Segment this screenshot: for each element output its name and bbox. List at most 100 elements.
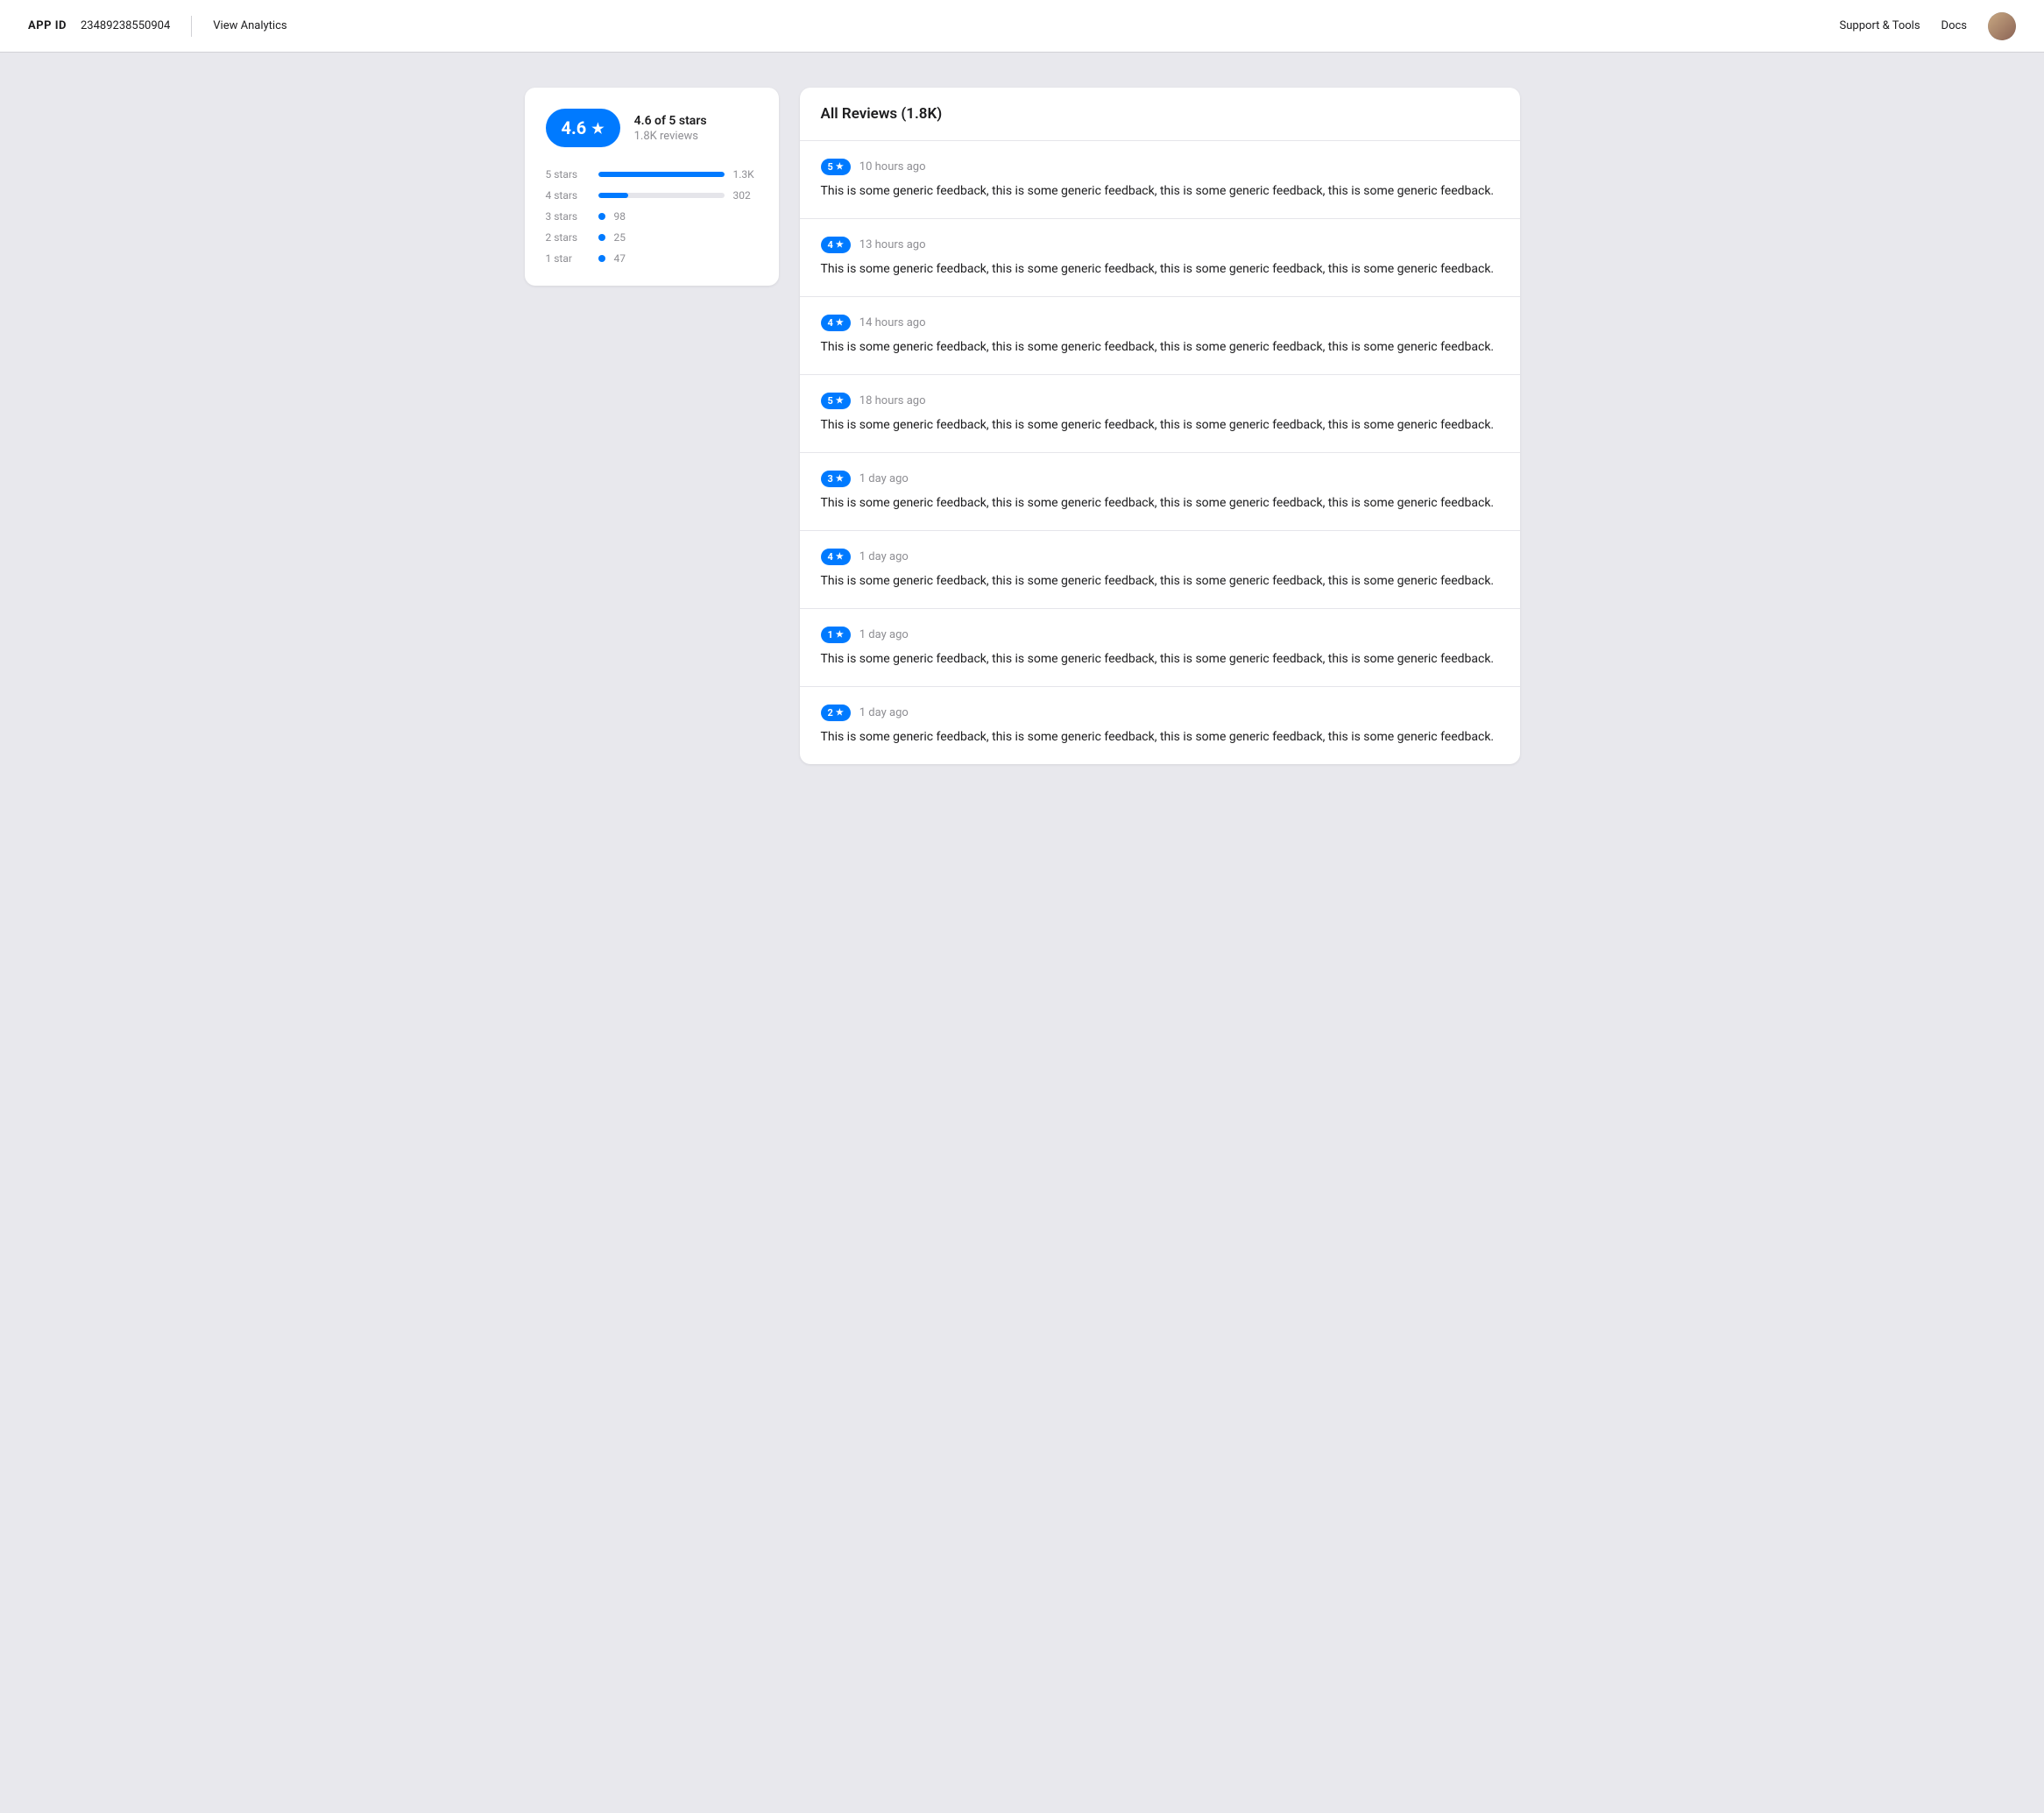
review-star-badge: 4★ — [821, 549, 851, 565]
review-star-badge: 1★ — [821, 627, 851, 643]
review-time: 10 hours ago — [859, 160, 926, 174]
avatar[interactable] — [1988, 12, 2016, 40]
docs-link[interactable]: Docs — [1941, 19, 1967, 32]
support-tools-link[interactable]: Support & Tools — [1840, 19, 1920, 32]
star-bar-count: 302 — [733, 189, 758, 202]
app-header: APP ID 23489238550904 View Analytics Sup… — [0, 0, 2044, 53]
star-bar-count: 1.3K — [733, 168, 758, 181]
star-bar-row: 5 stars 1.3K — [546, 168, 758, 181]
review-time: 1 day ago — [859, 550, 909, 563]
star-bar-label: 2 stars — [546, 231, 590, 244]
review-item: 2★ 1 day ago This is some generic feedback… — [800, 687, 1520, 764]
review-meta: 3★ 1 day ago — [821, 471, 1499, 487]
review-meta: 4★ 1 day ago — [821, 549, 1499, 565]
star-bar-count: 25 — [614, 231, 639, 244]
rating-count-text: 1.8K reviews — [634, 130, 707, 143]
review-item: 3★ 1 day ago This is some generic feedback… — [800, 453, 1520, 531]
review-badge-star-icon: ★ — [836, 474, 844, 484]
review-item: 5★ 10 hours ago This is some generic feedb… — [800, 141, 1520, 219]
review-badge-star-icon: ★ — [836, 162, 844, 172]
review-meta: 4★ 13 hours ago — [821, 237, 1499, 253]
star-bar-label: 3 stars — [546, 210, 590, 223]
review-time: 14 hours ago — [859, 316, 926, 329]
review-text: This is some generic feedback, this is s… — [821, 572, 1499, 591]
review-text: This is some generic feedback, this is s… — [821, 494, 1499, 513]
review-stars-value: 3 — [828, 473, 833, 485]
review-stars-value: 2 — [828, 707, 833, 719]
app-id-value: 23489238550904 — [81, 19, 170, 32]
star-bar-row: 1 star 47 — [546, 252, 758, 265]
review-text: This is some generic feedback, this is s… — [821, 260, 1499, 279]
review-text: This is some generic feedback, this is s… — [821, 182, 1499, 201]
review-item: 4★ 13 hours ago This is some generic feedb… — [800, 219, 1520, 297]
rating-badge: 4.6 ★ — [546, 109, 620, 147]
app-id-label: APP ID — [28, 19, 67, 32]
star-bar-label: 1 star — [546, 252, 590, 265]
star-bar-row: 2 stars 25 — [546, 231, 758, 244]
review-badge-star-icon: ★ — [836, 396, 844, 406]
review-star-badge: 3★ — [821, 471, 851, 487]
review-badge-star-icon: ★ — [836, 630, 844, 640]
reviews-list: 5★10 hours agoThis is some generic feedb… — [800, 141, 1520, 764]
star-bar-fill — [598, 193, 629, 198]
review-item: 5★ 18 hours ago This is some generic feedb… — [800, 375, 1520, 453]
star-dot-indicator — [598, 213, 605, 220]
rating-stars-text: 4.6 of 5 stars — [634, 114, 707, 128]
review-stars-value: 4 — [828, 551, 833, 563]
review-star-badge: 4★ — [821, 237, 851, 253]
review-meta: 5★ 18 hours ago — [821, 393, 1499, 409]
rating-top: 4.6 ★ 4.6 of 5 stars 1.8K reviews — [546, 109, 758, 147]
star-bar-count: 98 — [614, 210, 639, 223]
review-stars-value: 4 — [828, 239, 833, 251]
review-text: This is some generic feedback, this is s… — [821, 728, 1499, 747]
star-bars: 5 stars 1.3K 4 stars 302 3 stars 98 2 stars 25 1… — [546, 168, 758, 265]
star-bar-label: 5 stars — [546, 168, 590, 181]
star-bar-track — [598, 193, 725, 198]
review-time: 1 day ago — [859, 706, 909, 719]
review-item: 1★ 1 day ago This is some generic feedback… — [800, 609, 1520, 687]
header-divider — [191, 16, 192, 37]
review-badge-star-icon: ★ — [836, 318, 844, 328]
star-dot-indicator — [598, 255, 605, 262]
reviews-panel: All Reviews (1.8K) 5★10 hours agoThis is… — [800, 88, 1520, 764]
review-stars-value: 1 — [828, 629, 833, 641]
review-item: 4★ 14 hours ago This is some generic feedb… — [800, 297, 1520, 375]
review-time: 1 day ago — [859, 628, 909, 641]
rating-score: 4.6 — [562, 117, 587, 138]
header-left: APP ID 23489238550904 View Analytics — [28, 16, 1840, 37]
review-item: 4★ 1 day ago This is some generic feedback… — [800, 531, 1520, 609]
rating-card: 4.6 ★ 4.6 of 5 stars 1.8K reviews 5 star… — [525, 88, 779, 286]
review-text: This is some generic feedback, this is s… — [821, 650, 1499, 669]
review-meta: 5★ 10 hours ago — [821, 159, 1499, 175]
review-meta: 4★ 14 hours ago — [821, 315, 1499, 331]
star-bar-label: 4 stars — [546, 189, 590, 202]
rating-summary: 4.6 of 5 stars 1.8K reviews — [634, 114, 707, 143]
review-badge-star-icon: ★ — [836, 552, 844, 562]
review-star-badge: 2★ — [821, 705, 851, 721]
reviews-header: All Reviews (1.8K) — [800, 88, 1520, 141]
star-dot-indicator — [598, 234, 605, 241]
review-text: This is some generic feedback, this is s… — [821, 416, 1499, 435]
star-bar-row: 4 stars 302 — [546, 189, 758, 202]
star-bar-fill — [598, 172, 725, 177]
review-meta: 1★ 1 day ago — [821, 627, 1499, 643]
review-stars-value: 5 — [828, 161, 833, 173]
review-star-badge: 4★ — [821, 315, 851, 331]
review-stars-value: 4 — [828, 317, 833, 329]
star-bar-count: 47 — [614, 252, 639, 265]
review-time: 18 hours ago — [859, 394, 926, 407]
review-time: 1 day ago — [859, 472, 909, 485]
main-content: 4.6 ★ 4.6 of 5 stars 1.8K reviews 5 star… — [497, 53, 1548, 799]
star-bar-track — [598, 172, 725, 177]
view-analytics-link[interactable]: View Analytics — [213, 19, 286, 32]
review-star-badge: 5★ — [821, 393, 851, 409]
reviews-title: All Reviews (1.8K) — [821, 105, 1499, 123]
review-time: 13 hours ago — [859, 238, 926, 251]
review-text: This is some generic feedback, this is s… — [821, 338, 1499, 357]
star-bar-row: 3 stars 98 — [546, 210, 758, 223]
avatar-image — [1988, 12, 2016, 40]
review-stars-value: 5 — [828, 395, 833, 407]
rating-star-icon: ★ — [591, 120, 604, 137]
review-star-badge: 5★ — [821, 159, 851, 175]
review-meta: 2★ 1 day ago — [821, 705, 1499, 721]
